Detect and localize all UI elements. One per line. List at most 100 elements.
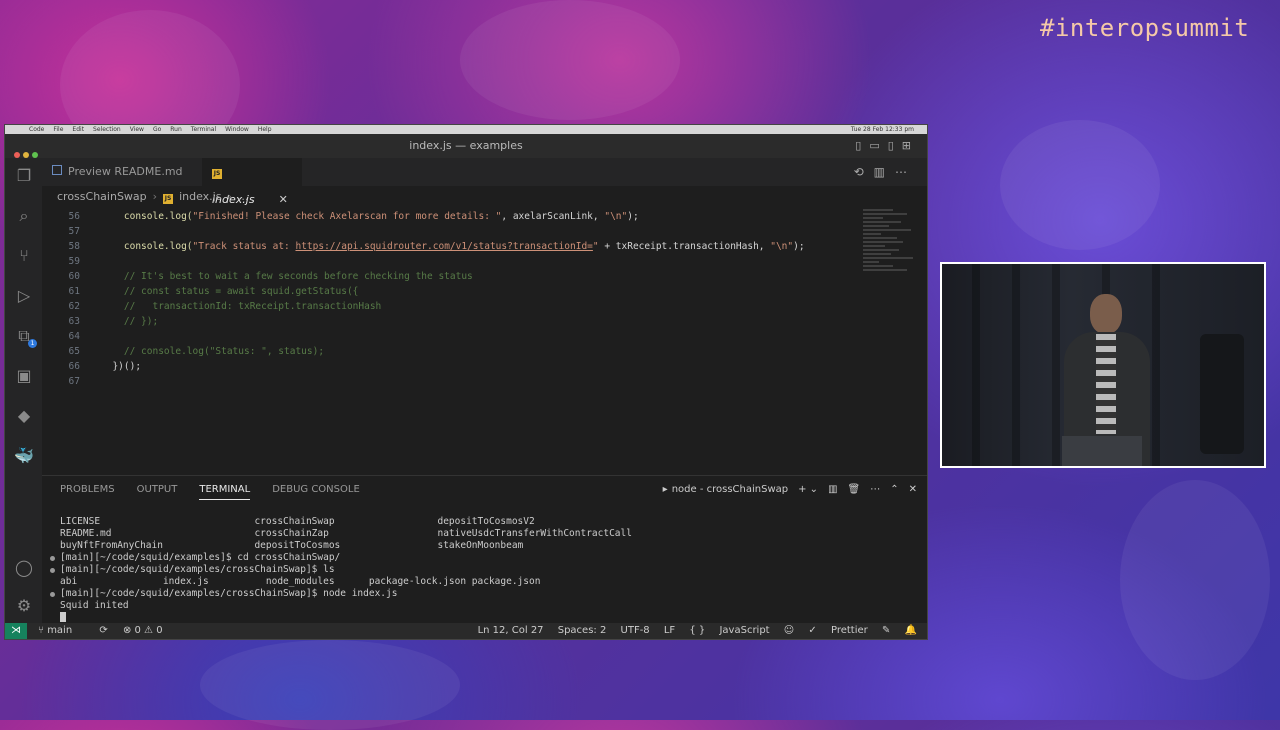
status-bar: ⋊ ⑂ main ⟳ ⊗ 0 ⚠ 0 Ln 12, Col 27 Spaces:… [5, 623, 927, 639]
command-decoration-icon[interactable] [50, 556, 55, 561]
line-number: 58 [68, 241, 80, 252]
menu-item[interactable]: Code [29, 126, 44, 133]
code-token: // }); [101, 316, 159, 327]
new-terminal-icon[interactable]: + ⌄ [798, 484, 818, 495]
notifications-icon[interactable]: 🔔 [905, 625, 917, 636]
more-actions-icon[interactable]: ⋯ [895, 165, 917, 179]
layout-icons[interactable]: ▯▭▯⊞ [855, 134, 919, 158]
tab-problems[interactable]: PROBLEMS [60, 484, 115, 499]
search-icon[interactable]: ⌕ [14, 206, 34, 226]
code-token: , axelarScanLink, [501, 211, 605, 222]
split-editor-icon[interactable]: ▥ [874, 165, 895, 179]
indentation[interactable]: Spaces: 2 [558, 625, 607, 636]
command-decoration-icon[interactable] [50, 568, 55, 573]
laptop [1062, 436, 1142, 466]
copilot-icon[interactable]: ☺ [784, 625, 794, 636]
menu-items[interactable]: Code File Edit Selection View Go Run Terminal Wi… [29, 126, 281, 133]
tab-terminal[interactable]: TERMINAL [199, 484, 251, 500]
code-line: 65 // console.log("Status: ", status); [42, 344, 325, 359]
menu-item[interactable]: Go [153, 126, 161, 133]
background-blob [1120, 480, 1270, 680]
tab-label: Preview README.md [68, 165, 183, 178]
terminal-line: [main][~/code/squid/examples/crossChainS… [50, 564, 335, 576]
tab-preview-readme[interactable]: Preview README.md [42, 158, 202, 186]
remote-indicator-icon[interactable]: ⋊ [5, 623, 27, 639]
trash-icon[interactable]: 🗑 [848, 484, 861, 495]
prettier-indicator[interactable]: ✓ Prettier [808, 625, 867, 636]
background-blob [1000, 120, 1160, 250]
chevron-right-icon: › [152, 190, 158, 203]
customize-layout-icon[interactable]: ⊞ [902, 139, 919, 152]
problems-indicator[interactable]: ⊗ 0 ⚠ 0 [123, 625, 163, 636]
panel-tabs: PROBLEMS OUTPUT TERMINAL DEBUG CONSOLE [60, 484, 382, 500]
code-token: "\n" [770, 241, 794, 252]
code-line: 62 // transactionId: txReceipt.transacti… [42, 299, 382, 314]
source-control-icon[interactable]: ⑂ [14, 246, 34, 266]
line-number: 67 [68, 376, 80, 387]
bottom-panel: PROBLEMS OUTPUT TERMINAL DEBUG CONSOLE ▸ nod… [42, 475, 927, 626]
language-mode[interactable]: { } JavaScript [689, 625, 769, 636]
menu-item[interactable]: Window [225, 126, 249, 133]
terminal-line: abi index.js node_modules package-lock.j… [60, 576, 541, 587]
end-of-line[interactable]: LF [664, 625, 675, 636]
code-line: 57 [42, 224, 101, 239]
menubar-clock: Tue 28 Feb 12:33 pm [850, 126, 914, 133]
close-icon[interactable]: ✕ [279, 193, 288, 206]
docker-icon[interactable]: 🐳 [14, 446, 34, 466]
minimap[interactable] [863, 209, 919, 289]
js-file-icon: JS [212, 169, 222, 179]
tab-actions: ⟲▥⋯ [854, 158, 917, 186]
code-token[interactable]: https://api.squidrouter.com/v1/status?tr… [295, 241, 592, 252]
toggle-secondary-sidebar-icon[interactable]: ▯ [888, 139, 902, 152]
split-terminal-icon[interactable]: ▥ [828, 484, 837, 495]
extensions-icon[interactable]: ⧉ 1 [14, 326, 37, 348]
command-decoration-icon[interactable] [50, 592, 55, 597]
breadcrumb-more[interactable]: ... [238, 190, 249, 203]
more-actions-icon[interactable]: ⋯ [870, 484, 880, 495]
menu-item[interactable]: Terminal [191, 126, 216, 133]
breadcrumb-folder[interactable]: crossChainSwap [57, 190, 147, 203]
line-number: 63 [68, 316, 80, 327]
prettier-label: Prettier [830, 625, 868, 636]
code-editor[interactable]: 56 console.log("Finished! Please check A… [42, 209, 862, 469]
line-number: 56 [68, 211, 80, 222]
terminal-name[interactable]: node - crossChainSwap [672, 484, 788, 495]
menu-item[interactable]: File [53, 126, 63, 133]
run-debug-icon[interactable]: ▷ [14, 286, 34, 306]
menu-item[interactable]: Selection [93, 126, 121, 133]
menu-item[interactable]: View [130, 126, 144, 133]
vscode-window: Code File Edit Selection View Go Run Terminal Wi… [4, 124, 928, 640]
activity-bar: ❐ ⌕ ⑂ ▷ ⧉ 1 ▣ ◆ 🐳 ◯ ⚙ [5, 158, 42, 625]
terminal-line: LICENSE crossChainSwap depositToCosmosV2 [60, 516, 535, 527]
editor-tabs: Preview README.md JSindex.js ✕ ⟲▥⋯ [42, 158, 927, 206]
account-icon[interactable]: ◯ [14, 558, 34, 578]
cursor-position[interactable]: Ln 12, Col 27 [478, 625, 544, 636]
remote-explorer-icon[interactable]: ▣ [14, 366, 34, 386]
timeline-icon[interactable]: ⟲ [854, 165, 874, 179]
tab-index-js[interactable]: JSindex.js ✕ [202, 158, 302, 206]
code-token: ); [627, 211, 639, 222]
code-line: 63 // }); [42, 314, 159, 329]
terminal-line: Squid inited [60, 600, 129, 611]
menu-item[interactable]: Edit [72, 126, 84, 133]
tab-output[interactable]: OUTPUT [137, 484, 178, 499]
close-icon[interactable]: ✕ [909, 484, 917, 495]
files-icon[interactable]: ❐ [14, 166, 34, 186]
menu-item[interactable]: Run [170, 126, 182, 133]
terraform-icon[interactable]: ◆ [14, 406, 34, 426]
toggle-panel-icon[interactable]: ▭ [869, 139, 887, 152]
sync-icon[interactable]: ⟳ [99, 625, 107, 636]
feedback-icon[interactable]: ✎ [882, 625, 890, 636]
breadcrumb-file[interactable]: index.js [179, 190, 221, 203]
branch-indicator[interactable]: ⑂ main [38, 625, 84, 636]
encoding[interactable]: UTF-8 [621, 625, 650, 636]
preview-icon [52, 165, 62, 175]
terminal-line: [main][~/code/squid/examples]$ cd crossC… [50, 552, 340, 564]
window-title: index.js — examples [409, 139, 523, 152]
toggle-sidebar-icon[interactable]: ▯ [855, 139, 869, 152]
menu-item[interactable]: Help [258, 126, 272, 133]
maximize-panel-icon[interactable]: ⌃ [890, 484, 898, 495]
gear-icon[interactable]: ⚙ [14, 596, 34, 616]
tab-debug-console[interactable]: DEBUG CONSOLE [272, 484, 360, 499]
